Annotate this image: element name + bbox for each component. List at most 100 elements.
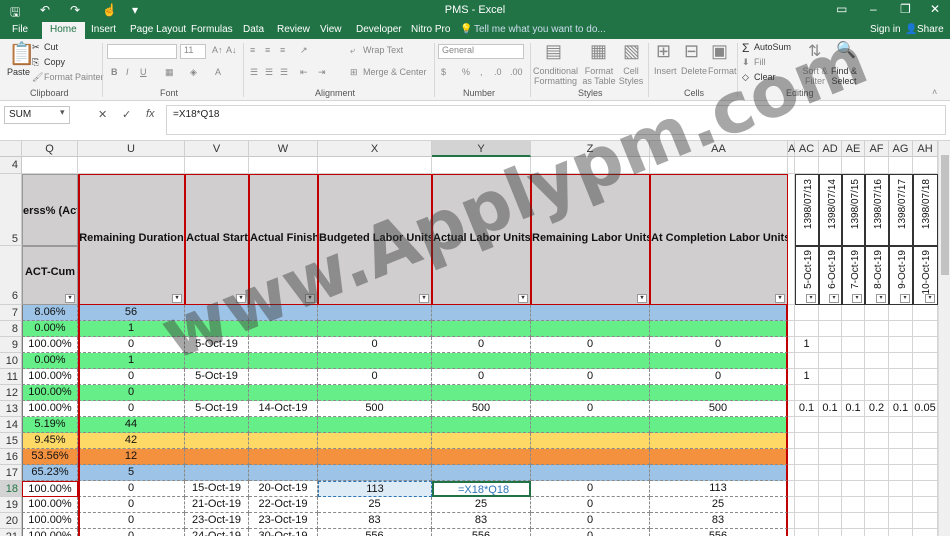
orientation-icon[interactable]: ↗ (300, 45, 308, 56)
column-header[interactable]: Q (22, 141, 78, 157)
cell[interactable]: 0 (78, 481, 185, 497)
wrap-text-button[interactable]: Wrap Text (363, 45, 403, 55)
cell[interactable] (788, 369, 795, 385)
cell[interactable]: 0 (531, 481, 650, 497)
cell[interactable]: 83 (318, 513, 432, 529)
cell[interactable] (795, 385, 819, 401)
cell[interactable]: 0 (531, 337, 650, 353)
cell[interactable]: 0 (78, 385, 185, 401)
cell[interactable] (889, 529, 913, 536)
cell[interactable] (865, 305, 889, 321)
cell[interactable]: 0 (531, 401, 650, 417)
bottom-align-icon[interactable]: ≡ (280, 45, 285, 55)
cell[interactable]: 0 (78, 401, 185, 417)
cell[interactable] (795, 449, 819, 465)
cell[interactable] (865, 337, 889, 353)
cell[interactable] (432, 417, 531, 433)
cell-styles-icon[interactable]: ▧ (623, 41, 640, 62)
middle-align-icon[interactable]: ≡ (265, 45, 270, 55)
cell[interactable]: 0 (78, 337, 185, 353)
tab-formulas[interactable]: Formulas (191, 24, 233, 35)
cell[interactable] (913, 337, 938, 353)
tab-data[interactable]: Data (243, 24, 264, 35)
cell[interactable]: 113 (318, 481, 432, 497)
row-header[interactable]: 6 (0, 246, 22, 305)
cell[interactable] (842, 321, 865, 337)
cell[interactable] (865, 385, 889, 401)
cell[interactable] (788, 305, 795, 321)
cell[interactable]: 0 (318, 337, 432, 353)
cell[interactable] (795, 513, 819, 529)
fill-button[interactable]: Fill (754, 57, 766, 67)
cell[interactable]: 0 (531, 529, 650, 536)
cell[interactable] (819, 385, 842, 401)
format-as-table-icon[interactable]: ▦ (590, 41, 607, 62)
cell[interactable] (889, 305, 913, 321)
row-header[interactable]: 15 (0, 433, 22, 449)
merge-center-button[interactable]: Merge & Center (363, 67, 427, 77)
cell[interactable]: 0 (650, 337, 788, 353)
cell[interactable]: 1 (78, 353, 185, 369)
cell[interactable] (842, 449, 865, 465)
cell[interactable] (318, 449, 432, 465)
cell[interactable] (795, 497, 819, 513)
cell[interactable]: 500 (318, 401, 432, 417)
cell[interactable]: 0.2 (865, 401, 889, 417)
cell[interactable] (865, 433, 889, 449)
cell[interactable]: 5-Oct-19 (185, 369, 249, 385)
cell[interactable] (432, 385, 531, 401)
format-as-table-button[interactable]: Format as Table (579, 66, 619, 86)
cell[interactable] (795, 321, 819, 337)
cancel-formula-button[interactable]: ✕ (98, 108, 107, 121)
paste-button[interactable]: Paste (7, 67, 30, 77)
cell[interactable] (819, 321, 842, 337)
cell[interactable]: 0 (78, 529, 185, 536)
cell[interactable] (531, 465, 650, 481)
fill-color-icon[interactable]: ◈ (190, 67, 197, 78)
cell[interactable] (788, 529, 795, 536)
font-color-icon[interactable]: A (215, 67, 221, 77)
copy-button[interactable]: Copy (44, 57, 65, 67)
shrink-font-icon[interactable]: A↓ (226, 45, 237, 55)
cell[interactable]: 500 (650, 401, 788, 417)
font-size-select[interactable]: 11 (180, 44, 206, 59)
cell[interactable] (842, 305, 865, 321)
grow-font-icon[interactable]: A↑ (212, 45, 223, 55)
cell[interactable] (889, 497, 913, 513)
tab-page-layout[interactable]: Page Layout (130, 24, 186, 35)
cell[interactable] (795, 305, 819, 321)
cell[interactable] (185, 321, 249, 337)
cell[interactable] (318, 385, 432, 401)
cell[interactable]: 25 (318, 497, 432, 513)
cell[interactable] (819, 369, 842, 385)
cell[interactable]: 1 (795, 369, 819, 385)
cell[interactable] (865, 529, 889, 536)
cell[interactable]: 15-Oct-19 (185, 481, 249, 497)
scrollbar-thumb[interactable] (941, 155, 949, 275)
row-header[interactable]: 14 (0, 417, 22, 433)
cell[interactable] (788, 513, 795, 529)
filter-dropdown-icon[interactable]: ▾ (876, 294, 886, 303)
cell[interactable] (889, 433, 913, 449)
cell[interactable] (889, 449, 913, 465)
increase-indent-icon[interactable]: ⇥ (318, 67, 326, 78)
cut-icon[interactable]: ✂ (32, 42, 40, 53)
cell[interactable] (318, 353, 432, 369)
progress-cell[interactable]: 65.23% (22, 465, 78, 481)
cell[interactable] (531, 157, 650, 174)
cell[interactable] (913, 433, 938, 449)
copy-icon[interactable]: ⎘ (32, 57, 39, 68)
cell[interactable] (531, 305, 650, 321)
cell[interactable]: 23-Oct-19 (249, 513, 318, 529)
column-header[interactable]: AA (650, 141, 788, 157)
cell[interactable] (788, 385, 795, 401)
cell[interactable] (788, 353, 795, 369)
format-cells-button[interactable]: Format (708, 66, 737, 76)
cell[interactable] (913, 369, 938, 385)
cell[interactable] (889, 417, 913, 433)
cell[interactable] (650, 449, 788, 465)
cell[interactable] (788, 157, 795, 174)
cell[interactable]: 0 (432, 337, 531, 353)
cell[interactable] (788, 449, 795, 465)
column-header[interactable]: Z (531, 141, 650, 157)
